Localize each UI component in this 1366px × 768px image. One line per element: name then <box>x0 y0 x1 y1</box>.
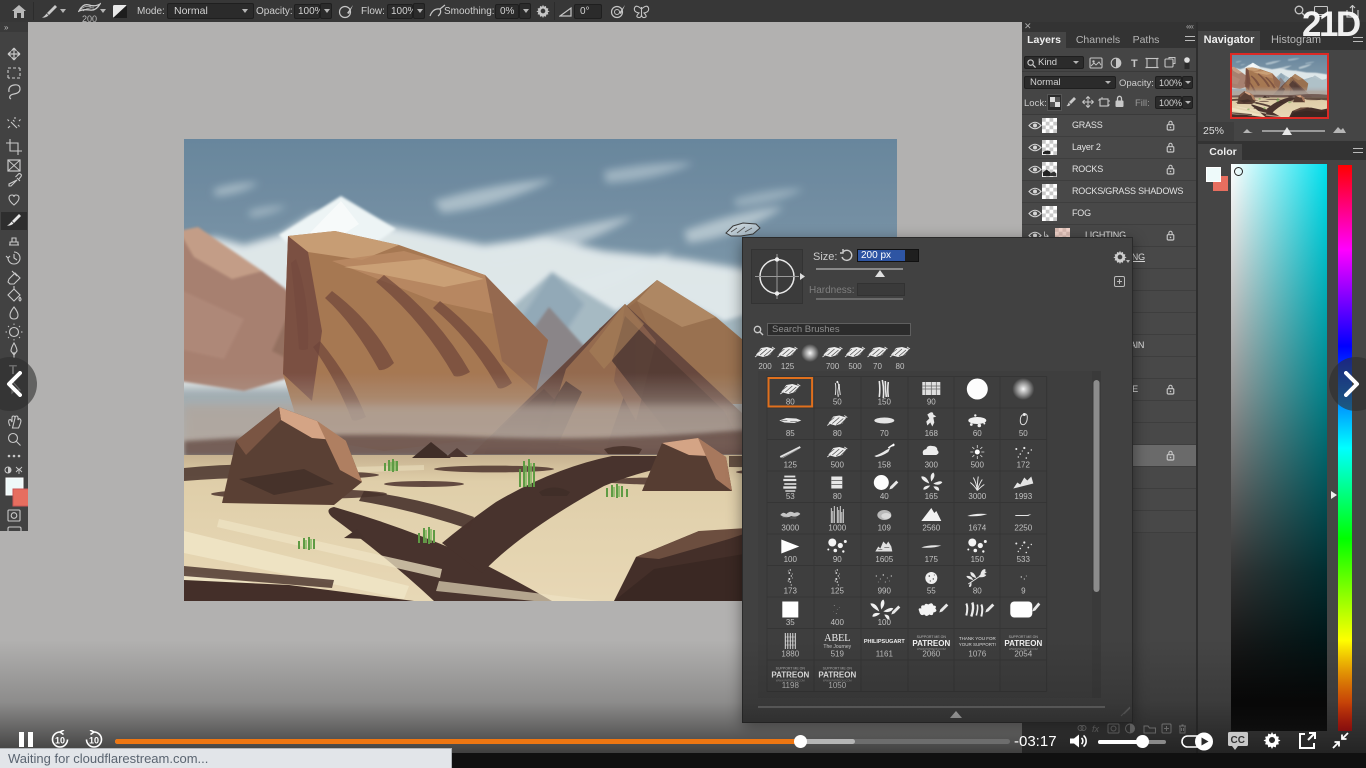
svg-text:300: 300 <box>925 461 939 470</box>
svg-text:80: 80 <box>833 492 842 501</box>
svg-text:90: 90 <box>833 555 842 564</box>
svg-text:100: 100 <box>784 555 798 564</box>
svg-text:90: 90 <box>927 398 936 407</box>
svg-text:125: 125 <box>831 587 845 596</box>
svg-text:500: 500 <box>831 461 845 470</box>
svg-text:400: 400 <box>831 618 845 627</box>
svg-text:50: 50 <box>1019 429 1028 438</box>
svg-text:3000: 3000 <box>968 492 986 501</box>
svg-text:10: 10 <box>89 736 99 746</box>
svg-text:80: 80 <box>833 429 842 438</box>
svg-text:125: 125 <box>784 461 798 470</box>
svg-text:60: 60 <box>973 429 982 438</box>
svg-text:40: 40 <box>880 492 889 501</box>
svg-text:150: 150 <box>971 555 985 564</box>
svg-text:1605: 1605 <box>875 555 893 564</box>
svg-text:168: 168 <box>925 429 939 438</box>
svg-text:173: 173 <box>784 587 798 596</box>
svg-text:80: 80 <box>786 398 795 407</box>
svg-text:50: 50 <box>833 398 842 407</box>
svg-text:165: 165 <box>925 492 939 501</box>
svg-text:70: 70 <box>880 429 889 438</box>
svg-text:»: » <box>4 23 9 32</box>
svg-text:175: 175 <box>925 555 939 564</box>
svg-text:100: 100 <box>878 618 892 627</box>
svg-text:533: 533 <box>1017 555 1031 564</box>
svg-text:CC: CC <box>1231 735 1245 746</box>
svg-text:990: 990 <box>878 587 892 596</box>
svg-text:53: 53 <box>786 492 795 501</box>
svg-text:55: 55 <box>927 587 936 596</box>
svg-text:1993: 1993 <box>1014 492 1032 501</box>
svg-text:10: 10 <box>55 736 65 746</box>
svg-text:1674: 1674 <box>968 524 986 533</box>
svg-text:172: 172 <box>1017 461 1031 470</box>
svg-text:109: 109 <box>878 524 892 533</box>
svg-text:T: T <box>1131 58 1138 69</box>
svg-text:35: 35 <box>786 618 795 627</box>
svg-text:2560: 2560 <box>922 524 940 533</box>
svg-text:150: 150 <box>878 398 892 407</box>
svg-text:158: 158 <box>878 461 892 470</box>
svg-text:1000: 1000 <box>828 524 846 533</box>
svg-text:9: 9 <box>1021 587 1026 596</box>
svg-text:85: 85 <box>786 429 795 438</box>
svg-text:500: 500 <box>971 461 985 470</box>
svg-text:80: 80 <box>973 587 982 596</box>
svg-text:2250: 2250 <box>1014 524 1032 533</box>
svg-text:3000: 3000 <box>781 524 799 533</box>
